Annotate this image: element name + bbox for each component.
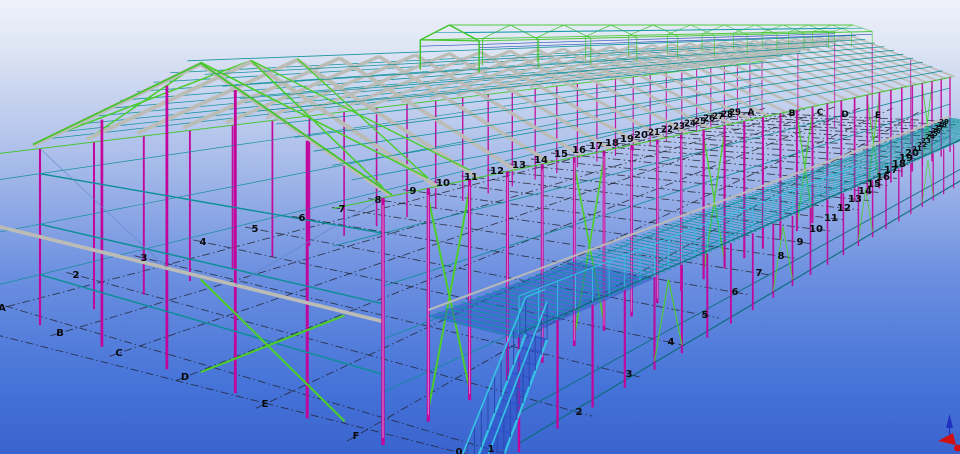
grid-label-11: 11 xyxy=(824,213,838,224)
model-canvas: 0011223344556677889910101111121213131414… xyxy=(0,24,960,454)
grid-label-5: 5 xyxy=(252,224,259,235)
grid-label-E: E xyxy=(262,399,269,410)
grid-label-14: 14 xyxy=(534,155,548,166)
grid-label-13: 13 xyxy=(512,160,526,171)
grid-label-15: 15 xyxy=(554,149,568,160)
grid-label-22: 22 xyxy=(661,125,673,135)
grid-label-12: 12 xyxy=(490,166,504,177)
grid-label-8: 8 xyxy=(778,251,785,262)
grid-label-D: D xyxy=(841,110,848,120)
grid-label-4: 4 xyxy=(200,237,207,248)
grid-label-6: 6 xyxy=(732,287,739,298)
grid-label-2: 2 xyxy=(576,407,583,418)
grid-label-18: 18 xyxy=(605,138,619,149)
grid-label-9: 9 xyxy=(797,237,804,248)
grid-label-2: 2 xyxy=(73,270,80,281)
grid-label-29: 29 xyxy=(939,118,949,126)
grid-label-8: 8 xyxy=(375,195,382,206)
grid-label-F: F xyxy=(353,431,360,442)
grid-label-4: 4 xyxy=(668,337,675,348)
grid-label-C: C xyxy=(817,108,824,118)
grid-label-21: 21 xyxy=(648,128,660,138)
grid-label-7: 7 xyxy=(339,204,346,215)
grid-label-7: 7 xyxy=(756,268,763,279)
grid-label-9: 9 xyxy=(410,186,417,197)
grid-label-16: 16 xyxy=(572,145,586,156)
grid-label-B: B xyxy=(56,328,64,339)
ucs-axis-icon xyxy=(938,414,960,452)
grid-label-A: A xyxy=(748,108,755,118)
grid-label-D: D xyxy=(181,372,189,383)
grid-label-20: 20 xyxy=(634,130,648,141)
cad-3d-viewport[interactable]: 0011223344556677889910101111121213131414… xyxy=(0,0,960,454)
grid-label-19: 19 xyxy=(620,134,634,145)
grid-label-3: 3 xyxy=(141,253,148,264)
grid-label-29: 29 xyxy=(729,108,741,118)
grid-label-A: A xyxy=(0,303,6,314)
grid-label-5: 5 xyxy=(702,310,709,321)
grid-label-B: B xyxy=(789,109,796,119)
grid-label-10: 10 xyxy=(436,178,450,189)
grid-label-1: 1 xyxy=(488,444,495,454)
grid-label-C: C xyxy=(115,348,122,359)
grid-label-10: 10 xyxy=(809,224,823,235)
grid-label-11: 11 xyxy=(464,172,478,183)
grid-label-E: E xyxy=(875,111,881,121)
grid-labels: 0011223344556677889910101111121213131414… xyxy=(0,108,949,454)
grid-label-6: 6 xyxy=(299,213,306,224)
grid-label-3: 3 xyxy=(626,369,633,380)
grid-label-17: 17 xyxy=(589,141,603,152)
grid-label-0: 0 xyxy=(456,447,463,454)
